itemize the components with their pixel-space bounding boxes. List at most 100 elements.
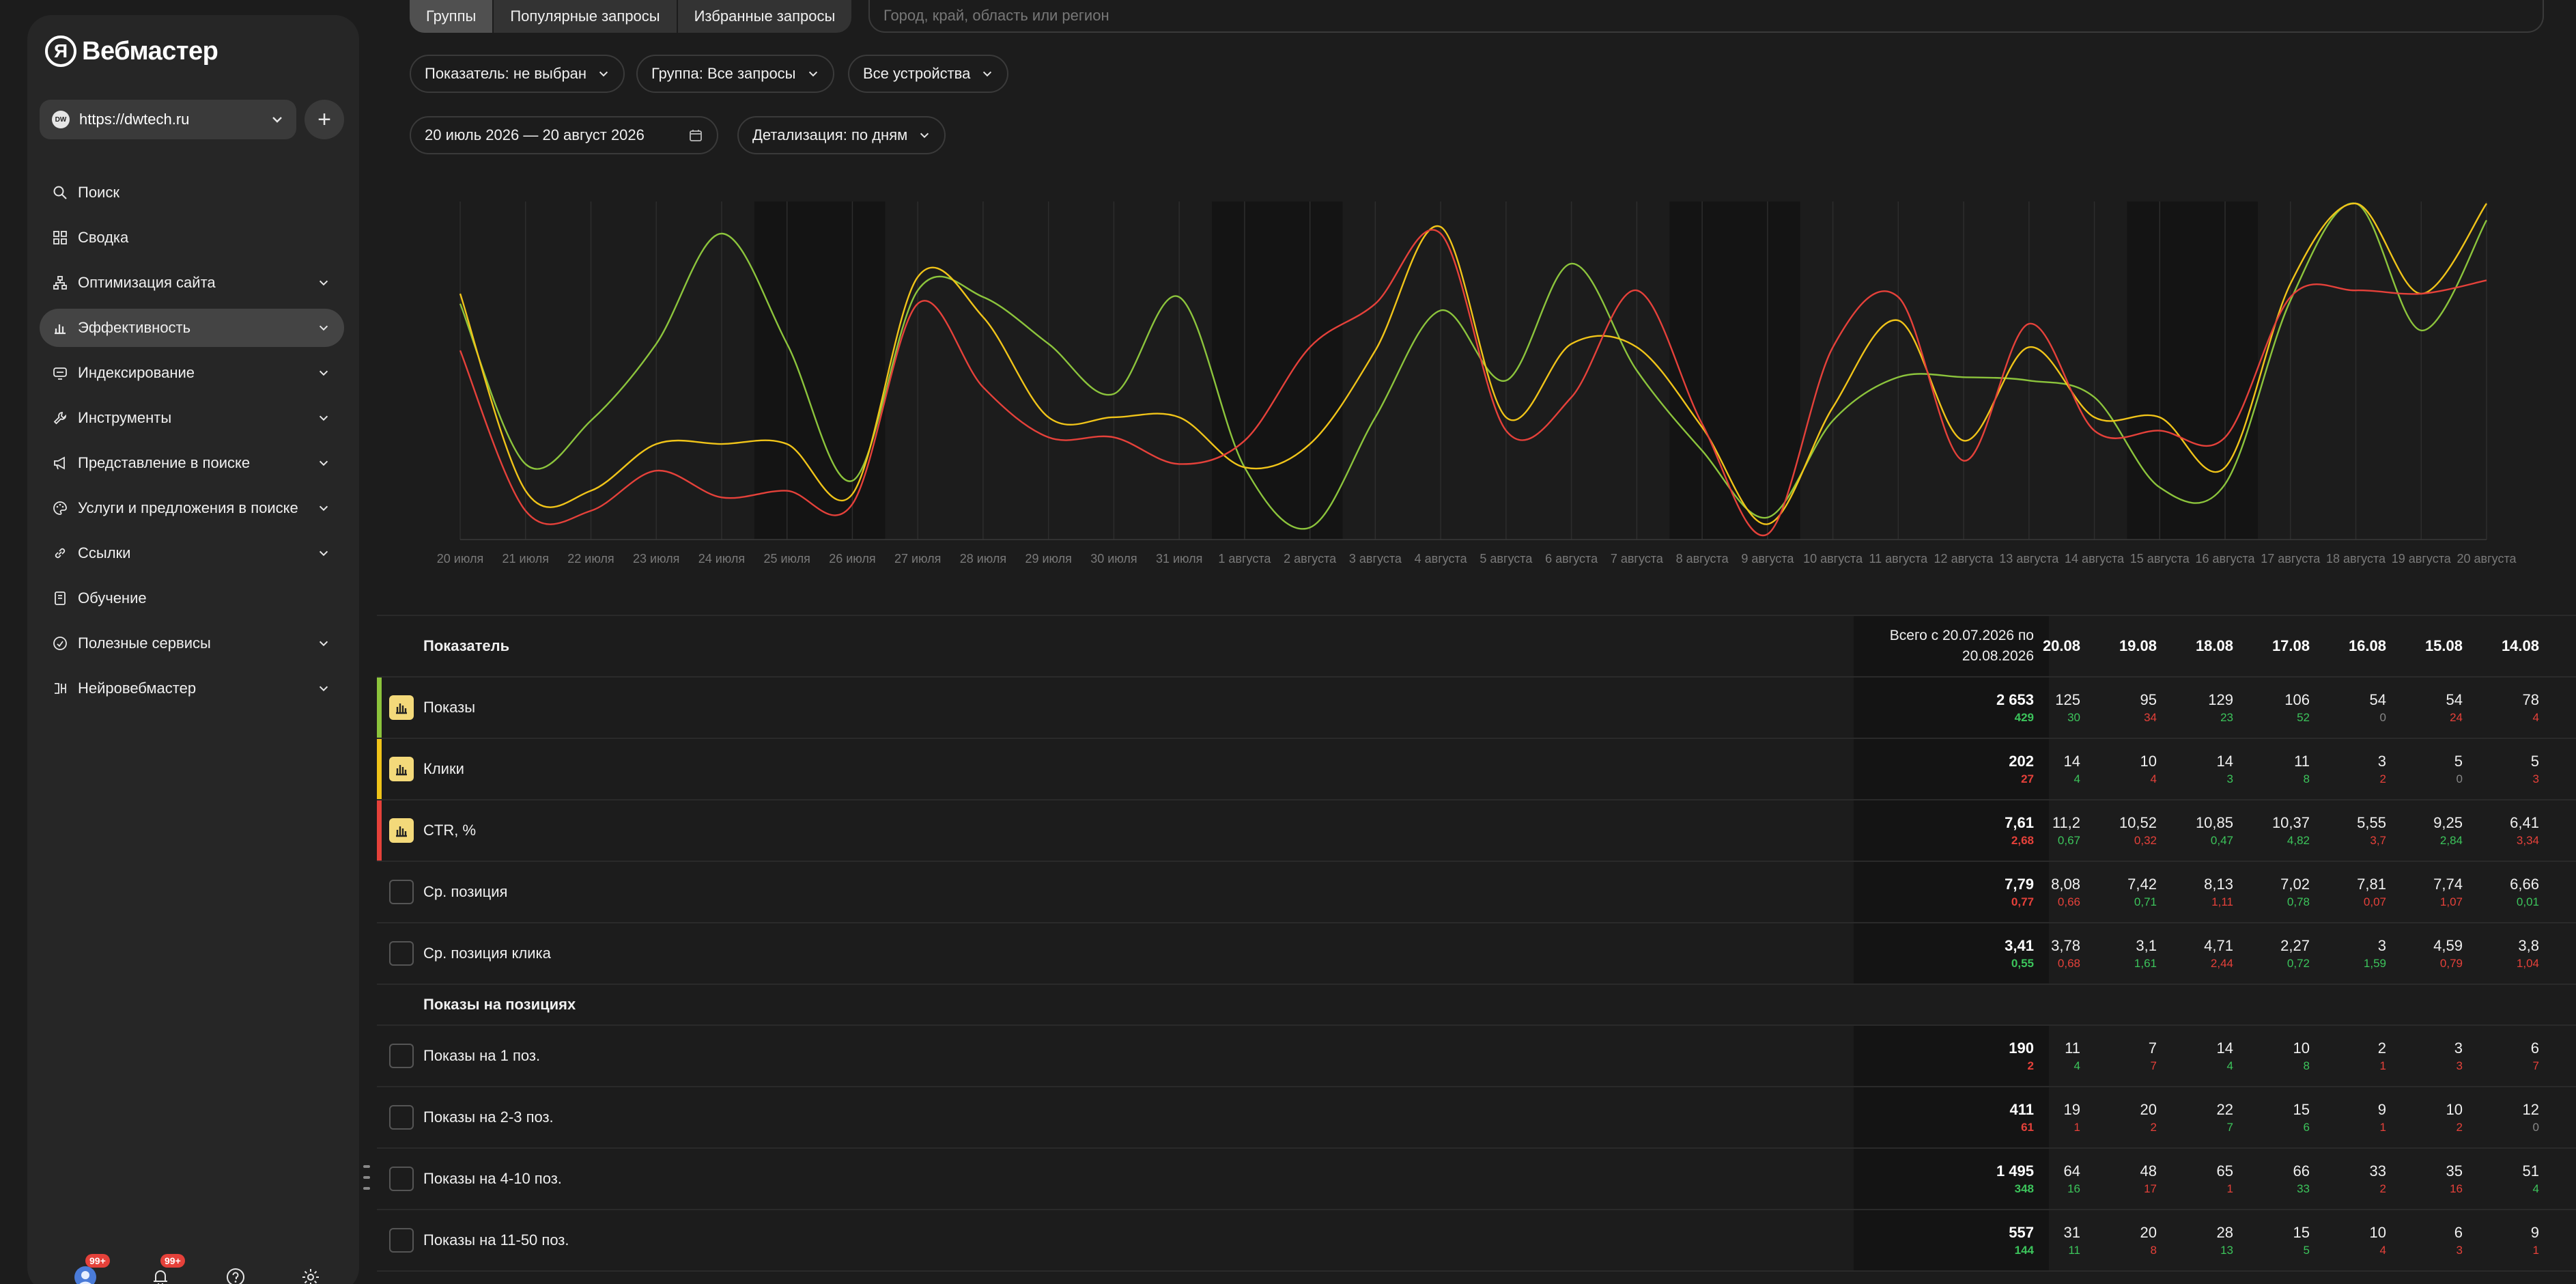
day-delta: 1 bbox=[2226, 1182, 2233, 1195]
day-delta: 30 bbox=[2067, 711, 2080, 724]
period-picker[interactable]: 20 июль 2026 — 20 август 2026 bbox=[410, 116, 718, 154]
day-delta: 1,59 bbox=[2363, 957, 2386, 970]
chart-toggle-checkbox[interactable] bbox=[389, 1167, 414, 1191]
date-column-header[interactable]: 15.08 bbox=[2425, 616, 2463, 676]
x-tick-label: 26 июля bbox=[829, 552, 875, 566]
tab-popular-queries[interactable]: Популярные запросы bbox=[494, 0, 678, 33]
sidebar-item-5[interactable]: Инструменты bbox=[40, 399, 344, 437]
date-column-header[interactable]: 14.08 bbox=[2502, 616, 2539, 676]
tab-favorite-queries[interactable]: Избранные запросы bbox=[678, 0, 852, 33]
settings-button[interactable] bbox=[297, 1264, 324, 1284]
day-delta: 4 bbox=[2073, 772, 2080, 785]
metric-label: Ср. позиция клика bbox=[423, 945, 551, 962]
avatar-button[interactable]: 99+ bbox=[72, 1254, 110, 1284]
chart-toggle-checked-icon[interactable] bbox=[389, 695, 414, 720]
day-delta: 2 bbox=[2456, 1121, 2463, 1134]
day-delta: 33 bbox=[2297, 1182, 2310, 1195]
day-value: 6,41 bbox=[2510, 814, 2539, 831]
day-value: 48 bbox=[2140, 1162, 2157, 1180]
x-tick-label: 15 августа bbox=[2130, 552, 2190, 566]
add-site-button[interactable]: + bbox=[305, 100, 344, 139]
region-input[interactable]: Город, край, область или регион bbox=[868, 0, 2544, 33]
table-row[interactable]: Показы на 11-50 поз. 557 144 31 11 20 8 28 13 15 5… bbox=[377, 1210, 2576, 1272]
date-column-header[interactable]: 19.08 bbox=[2119, 616, 2157, 676]
sidebar-resize-handle[interactable] bbox=[363, 1165, 370, 1190]
sidebar-item-8[interactable]: Ссылки bbox=[40, 534, 344, 572]
day-delta: 1,11 bbox=[2211, 895, 2233, 908]
table-row[interactable]: Клики 202 27 14 4 10 4 14 3 11 8 3 2 5 0 5 3 bbox=[377, 739, 2576, 800]
day-delta: 0,67 bbox=[2057, 834, 2080, 847]
day-cell: 77 bbox=[2149, 1026, 2157, 1086]
devices-filter-label: Все устройства bbox=[863, 65, 971, 82]
table-row[interactable]: CTR, % 7,61 2,68 11,2 0,67 10,52 0,32 10,85 0,47… bbox=[377, 800, 2576, 862]
date-column-header[interactable]: 18.08 bbox=[2196, 616, 2233, 676]
metric-label: Показы на 2-3 поз. bbox=[423, 1108, 554, 1126]
group-filter[interactable]: Группа: Все запросы bbox=[636, 55, 834, 93]
day-delta: 0,07 bbox=[2363, 895, 2386, 908]
sidebar-item-3[interactable]: Эффективность bbox=[40, 309, 344, 347]
date-column-header[interactable]: 20.08 bbox=[2043, 616, 2080, 676]
day-cell: 11,2 0,67 bbox=[2052, 800, 2080, 861]
sidebar-item-11[interactable]: Нейровебмастер bbox=[40, 669, 344, 708]
table-row[interactable]: Ср. позиция 7,79 0,77 8,08 0,66 7,42 0,71 8,13 1… bbox=[377, 862, 2576, 923]
day-value: 11,2 bbox=[2052, 814, 2080, 831]
sidebar-item-0[interactable]: Поиск bbox=[40, 173, 344, 212]
performance-chart[interactable]: 20 июля 21 июля 22 июля 23 июля 24 июля 25 ию… bbox=[377, 191, 2576, 574]
x-tick-label: 6 августа bbox=[1545, 552, 1598, 566]
sidebar-item-4[interactable]: Индексирование bbox=[40, 354, 344, 392]
site-selector[interactable]: DW https://dwtech.ru bbox=[40, 100, 296, 139]
day-value: 9 bbox=[2530, 1224, 2539, 1241]
sidebar-item-6[interactable]: Представление в поиске bbox=[40, 444, 344, 482]
table-row[interactable]: Показы на 4-10 поз. 1 495 348 64 16 48 17 65 1 66… bbox=[377, 1149, 2576, 1210]
table-row[interactable]: Показы на 2-3 поз. 411 61 19 1 20 2 22 7 15 6 9 1 10 2… bbox=[377, 1087, 2576, 1149]
table-row[interactable]: Показы на 1 поз. 190 2 11 4 7 7 14 4 10 8 2 1 3 3 6 7 bbox=[377, 1026, 2576, 1087]
total-header-line2: 20.08.2026 bbox=[1962, 648, 2034, 664]
sidebar-item-1[interactable]: Сводка bbox=[40, 219, 344, 257]
total-value: 7,61 bbox=[2005, 814, 2034, 831]
day-value: 64 bbox=[2063, 1162, 2080, 1180]
chart-toggle-checkbox[interactable] bbox=[389, 941, 414, 966]
total-cell: 2 653 429 bbox=[1854, 678, 2049, 738]
day-delta: 11 bbox=[2068, 1244, 2080, 1257]
chart-toggle-checked-icon[interactable] bbox=[389, 818, 414, 843]
total-delta: 61 bbox=[2021, 1121, 2034, 1134]
weekend-band bbox=[2127, 201, 2258, 540]
sidebar-item-10[interactable]: Полезные сервисы bbox=[40, 624, 344, 662]
date-header-label: 20.08 bbox=[2042, 637, 2080, 654]
detail-filter[interactable]: Детализация: по дням bbox=[737, 116, 946, 154]
date-header-label: 19.08 bbox=[2119, 637, 2157, 654]
palette-icon bbox=[52, 500, 68, 516]
day-delta: 0,68 bbox=[2057, 957, 2080, 970]
chart-toggle-checkbox[interactable] bbox=[389, 1105, 414, 1130]
index-icon bbox=[52, 365, 68, 381]
day-delta: 0,72 bbox=[2287, 957, 2310, 970]
table-row[interactable]: Ср. позиция клика 3,41 0,55 3,78 0,68 3,1 1,61… bbox=[377, 923, 2576, 985]
chart-toggle-checkbox[interactable] bbox=[389, 880, 414, 904]
sidebar-item-2[interactable]: Оптимизация сайта bbox=[40, 264, 344, 302]
help-button[interactable] bbox=[222, 1264, 249, 1284]
metric-filter[interactable]: Показатель: не выбран bbox=[410, 55, 625, 93]
notifications-badge: 99+ bbox=[160, 1254, 185, 1268]
devices-filter[interactable]: Все устройства bbox=[848, 55, 1009, 93]
day-value: 3,1 bbox=[2136, 937, 2157, 954]
date-column-header[interactable]: 16.08 bbox=[2349, 616, 2386, 676]
day-cell: 31 11 bbox=[2064, 1210, 2080, 1270]
sidebar-item-9[interactable]: Обучение bbox=[40, 579, 344, 617]
table-row[interactable]: Показы 2 653 429 125 30 95 34 129 23 106 52 54 0 54 24… bbox=[377, 678, 2576, 739]
total-cell: 190 2 bbox=[1854, 1026, 2049, 1086]
webmaster-logo[interactable]: Я Вебмастер bbox=[45, 36, 218, 67]
sidebar-item-7[interactable]: Услуги и предложения в поиске bbox=[40, 489, 344, 527]
x-tick-label: 11 августа bbox=[1869, 552, 1928, 566]
notifications-button[interactable]: 99+ bbox=[147, 1254, 185, 1284]
neuro-icon bbox=[52, 680, 68, 697]
chart-toggle-checkbox[interactable] bbox=[389, 1228, 414, 1253]
chart-toggle-checkbox[interactable] bbox=[389, 1044, 414, 1068]
day-cell: 20 8 bbox=[2140, 1210, 2157, 1270]
query-tabs: Группы Популярные запросы Избранные запр… bbox=[410, 0, 852, 33]
chart-toggle-checked-icon[interactable] bbox=[389, 757, 414, 781]
day-value: 54 bbox=[2369, 691, 2386, 708]
day-delta: 0,32 bbox=[2134, 834, 2157, 847]
day-value: 35 bbox=[2446, 1162, 2463, 1180]
tab-groups[interactable]: Группы bbox=[410, 0, 494, 33]
date-column-header[interactable]: 17.08 bbox=[2272, 616, 2310, 676]
